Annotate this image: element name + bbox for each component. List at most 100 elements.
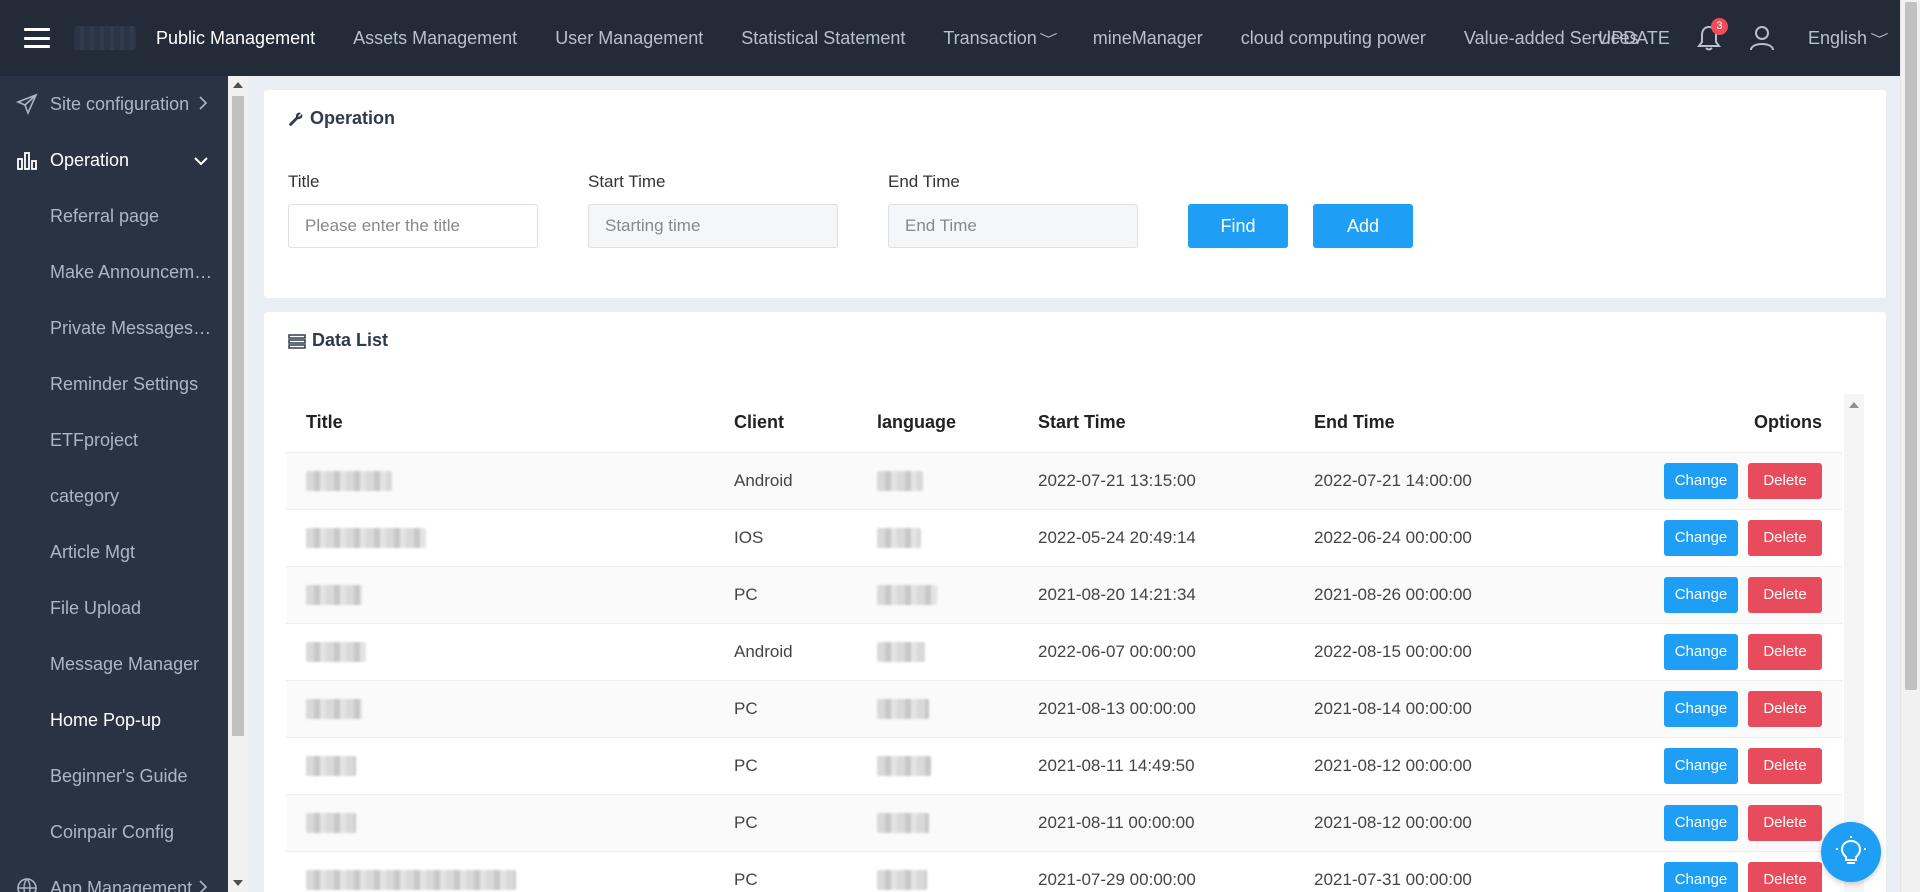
sidebar-item-beginner-s-guide[interactable]: Beginner's Guide: [0, 748, 228, 804]
sidebar-item-label: Message Manager: [50, 653, 200, 674]
change-button[interactable]: Change: [1664, 519, 1738, 556]
nav-item-cloud-computing-power[interactable]: cloud computing power: [1241, 28, 1426, 49]
nav-item-user-management[interactable]: User Management: [555, 28, 703, 49]
table-row: PC 2021-08-20 14:21:34 2021-08-26 00:00:00…: [286, 565, 1842, 623]
delete-button[interactable]: Delete: [1748, 576, 1822, 613]
language-selector[interactable]: English ﹀: [1808, 28, 1889, 49]
column-header-end-time: End Time: [1314, 412, 1395, 433]
sidebar-item-app-management[interactable]: App Management: [0, 860, 228, 892]
sidebar-item-private-messages-m[interactable]: Private Messages M...: [0, 300, 228, 356]
start-time-input[interactable]: [588, 204, 838, 248]
window-scrollbar[interactable]: [1900, 0, 1920, 892]
nav-item-public-management[interactable]: Public Management: [156, 28, 315, 49]
change-button[interactable]: Change: [1664, 804, 1738, 841]
row-start-time-cell: 2021-08-13 00:00:00: [1038, 679, 1314, 737]
sidebar-scrollbar[interactable]: [228, 76, 248, 892]
row-end-time-cell: 2021-08-12 00:00:00: [1314, 736, 1614, 794]
row-client-cell: Android: [734, 451, 877, 509]
delete-button[interactable]: Delete: [1748, 804, 1822, 841]
nav-item-assets-management[interactable]: Assets Management: [353, 28, 517, 49]
chevron-down-icon: [194, 150, 208, 171]
redacted-language: [877, 870, 927, 890]
row-client-cell: Android: [734, 622, 877, 680]
change-button[interactable]: Change: [1664, 633, 1738, 670]
row-start-time-cell: 2022-06-07 00:00:00: [1038, 622, 1314, 680]
change-button[interactable]: Change: [1664, 690, 1738, 727]
nav-item-minemanager[interactable]: mineManager: [1093, 28, 1203, 49]
row-options-cell: Change Delete: [1614, 451, 1842, 509]
row-client-cell: IOS: [734, 508, 877, 566]
row-language-cell: [877, 793, 1038, 851]
row-client-cell: PC: [734, 793, 877, 851]
sidebar-item-message-manager[interactable]: Message Manager: [0, 636, 228, 692]
add-button[interactable]: Add: [1313, 204, 1413, 248]
row-start-time-cell: 2022-05-24 20:49:14: [1038, 508, 1314, 566]
redacted-title: [306, 812, 356, 833]
delete-button[interactable]: Delete: [1748, 861, 1822, 892]
notification-bell-icon[interactable]: 3: [1696, 18, 1728, 52]
row-client-cell: PC: [734, 736, 877, 794]
sidebar-item-coinpair-config[interactable]: Coinpair Config: [0, 804, 228, 860]
end-time-input[interactable]: [888, 204, 1138, 248]
delete-button[interactable]: Delete: [1748, 519, 1822, 556]
column-header-title: Title: [306, 412, 343, 433]
sidebar-item-make-announcement[interactable]: Make Announcement: [0, 244, 228, 300]
update-link[interactable]: UPDATE: [1598, 28, 1670, 49]
delete-button[interactable]: Delete: [1748, 690, 1822, 727]
scroll-down-arrow-icon[interactable]: [233, 880, 243, 886]
nav-item-transaction[interactable]: Transaction ﹀: [943, 27, 1058, 49]
globe-icon: [16, 877, 38, 892]
sidebar-item-operation[interactable]: Operation: [0, 132, 228, 188]
redacted-language: [877, 755, 931, 776]
sidebar: Site configuration Operation Referral page…: [0, 76, 228, 892]
title-input[interactable]: [288, 204, 538, 248]
help-lightbulb-button[interactable]: [1821, 822, 1881, 882]
row-start-time-cell: 2022-07-21 13:15:00: [1038, 451, 1314, 509]
sidebar-item-label: Referral page: [50, 205, 160, 226]
redacted-title: [306, 527, 426, 548]
window-scroll-thumb[interactable]: [1905, 2, 1917, 690]
sidebar-item-reminder-settings[interactable]: Reminder Settings: [0, 356, 228, 412]
row-language-cell: [877, 679, 1038, 737]
delete-button[interactable]: Delete: [1748, 747, 1822, 784]
row-end-time-cell: 2021-07-31 00:00:00: [1314, 850, 1614, 892]
sidebar-scroll-thumb[interactable]: [232, 96, 244, 736]
sidebar-item-referral-page[interactable]: Referral page: [0, 188, 228, 244]
change-button[interactable]: Change: [1664, 462, 1738, 499]
scroll-up-arrow-icon[interactable]: [233, 82, 243, 88]
redacted-language: [877, 641, 925, 662]
change-button[interactable]: Change: [1664, 747, 1738, 784]
menu-toggle-icon[interactable]: [24, 28, 50, 48]
sidebar-item-site-configuration[interactable]: Site configuration: [0, 76, 228, 132]
user-profile-icon[interactable]: [1748, 24, 1776, 52]
chevron-down-icon: ﹀: [1870, 31, 1889, 47]
sidebar-item-file-upload[interactable]: File Upload: [0, 580, 228, 636]
table-scrollbar[interactable]: [1844, 394, 1864, 892]
find-button[interactable]: Find: [1188, 204, 1288, 248]
change-button[interactable]: Change: [1664, 576, 1738, 613]
delete-button[interactable]: Delete: [1748, 462, 1822, 499]
send-icon: [15, 93, 38, 116]
sidebar-item-article-mgt[interactable]: Article Mgt: [0, 524, 228, 580]
notification-count-badge: 3: [1710, 18, 1728, 35]
row-language-cell: [877, 451, 1038, 509]
table-row: IOS 2022-05-24 20:49:14 2022-06-24 00:00:0…: [286, 508, 1842, 566]
chevron-down-icon: ﹀: [1039, 31, 1058, 47]
sidebar-item-etfproject[interactable]: ETFproject: [0, 412, 228, 468]
brand-logo[interactable]: [74, 26, 136, 50]
table-header-row: Title Client language Start Time End Tim…: [286, 394, 1842, 452]
nav-item-label: Transaction: [943, 27, 1037, 48]
redacted-title: [306, 584, 362, 605]
sidebar-item-category[interactable]: category: [0, 468, 228, 524]
table-row: PC 2021-08-11 00:00:00 2021-08-12 00:00:00…: [286, 793, 1842, 851]
nav-item-statistical-statement[interactable]: Statistical Statement: [741, 28, 905, 49]
row-end-time-cell: 2021-08-14 00:00:00: [1314, 679, 1614, 737]
sidebar-item-label: category: [50, 485, 120, 506]
nav-item-label: Public Management: [156, 27, 316, 48]
sidebar-item-home-pop-up[interactable]: Home Pop-up: [0, 692, 228, 748]
data-table: Title Client language Start Time End Tim…: [286, 394, 1842, 892]
change-button[interactable]: Change: [1664, 861, 1738, 892]
redacted-title: [306, 470, 392, 491]
delete-button[interactable]: Delete: [1748, 633, 1822, 670]
scroll-up-arrow-icon[interactable]: [1849, 402, 1859, 408]
